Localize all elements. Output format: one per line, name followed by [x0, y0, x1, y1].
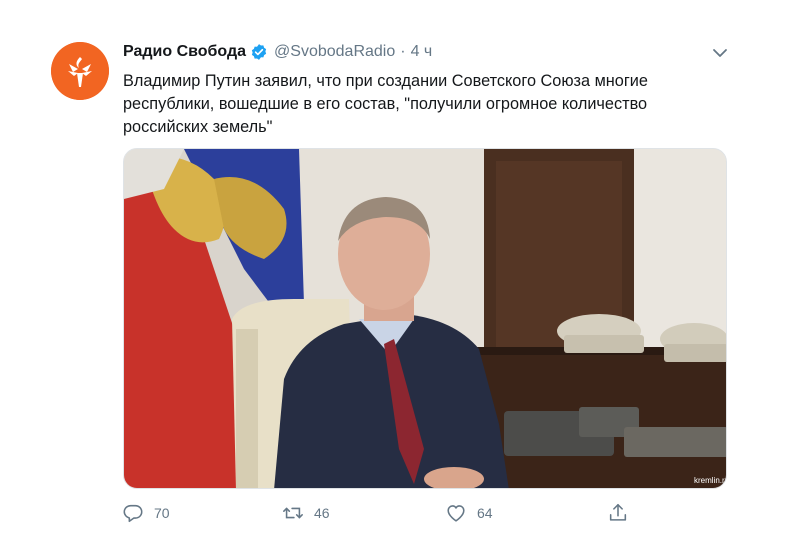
- tweet-photo[interactable]: kremlin.ru: [123, 148, 727, 489]
- retweet-icon: [283, 507, 303, 519]
- heart-icon: [447, 505, 465, 522]
- chevron-down-icon[interactable]: [710, 44, 730, 62]
- retweet-count: 46: [314, 505, 330, 521]
- author-name[interactable]: Радио Свобода: [123, 43, 246, 61]
- reply-button[interactable]: 70: [122, 500, 170, 526]
- share-button[interactable]: [607, 500, 639, 526]
- tweet-header: Радио Свобода @SvobodaRadio · 4 ч: [123, 42, 432, 62]
- watermark-text: kremlin.ru: [694, 476, 727, 485]
- separator-dot: ·: [400, 43, 406, 60]
- timestamp[interactable]: 4 ч: [411, 43, 433, 61]
- avatar[interactable]: [51, 42, 109, 100]
- tweet-text: Владимир Путин заявил, что при создании …: [123, 72, 648, 136]
- torch-logo-icon: [51, 42, 109, 100]
- retweet-button[interactable]: 46: [282, 500, 330, 526]
- photo-illustration: kremlin.ru: [124, 149, 727, 488]
- share-icon: [609, 503, 627, 521]
- like-button[interactable]: 64: [445, 500, 493, 526]
- reply-count: 70: [154, 505, 170, 521]
- tweet-card[interactable]: Радио Свобода @SvobodaRadio · 4 ч Владим…: [0, 0, 811, 560]
- reply-icon: [123, 504, 143, 523]
- author-handle[interactable]: @SvobodaRadio: [274, 43, 395, 61]
- like-count: 64: [477, 505, 493, 521]
- tweet-actions: 70 46 64: [0, 500, 811, 530]
- verified-badge-icon: [251, 44, 267, 60]
